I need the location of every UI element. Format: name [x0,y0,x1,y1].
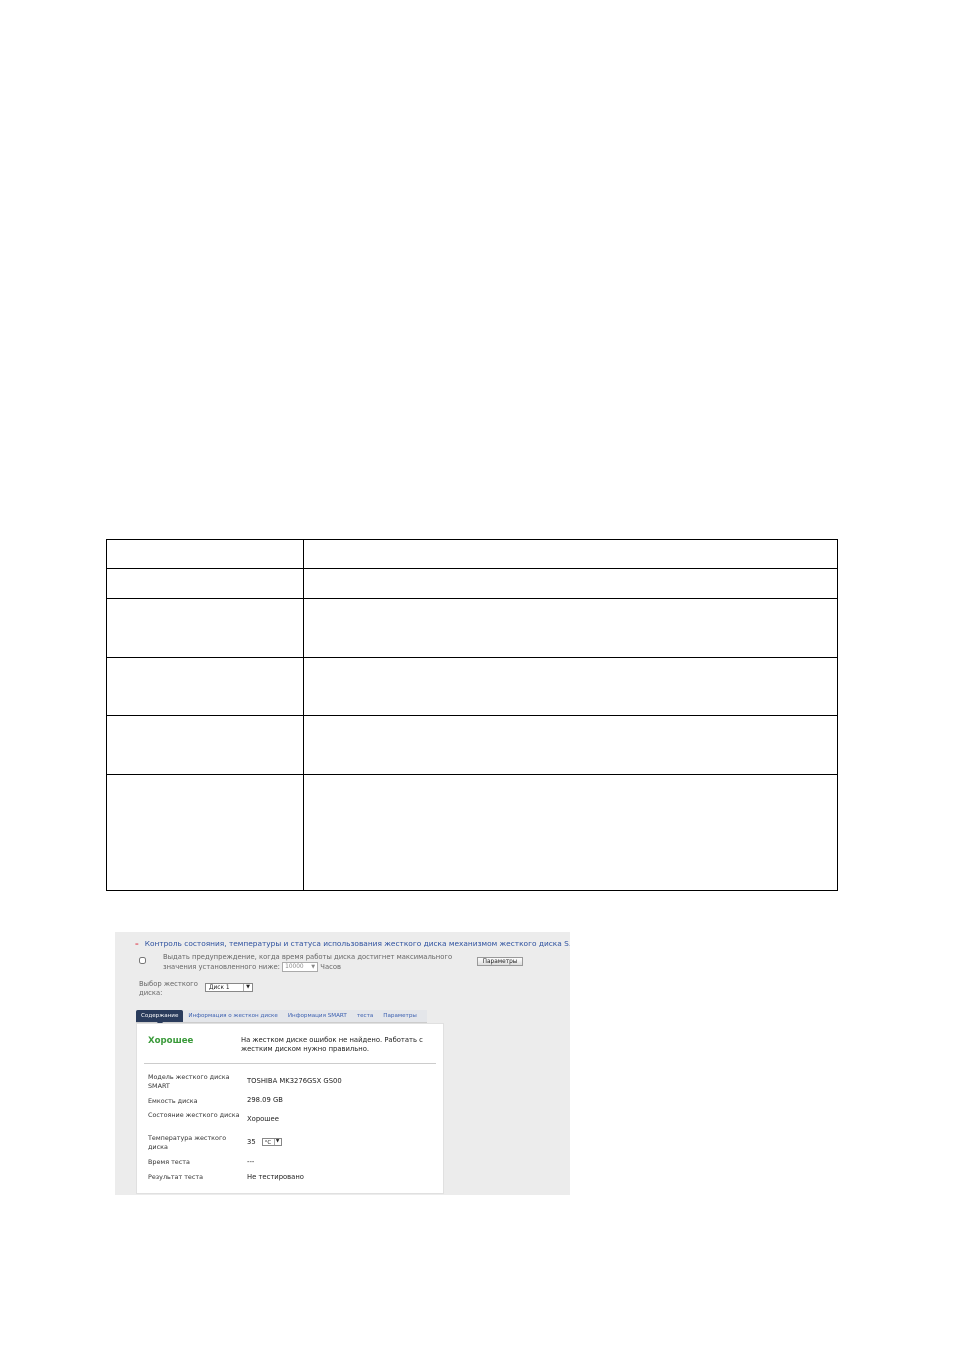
detail-label: Результат теста [148,1173,204,1181]
warning-text: Выдать предупреждение, когда время работ… [163,953,463,972]
status-badge: Хорошее [148,1036,194,1046]
tab-summary[interactable]: Содержание [136,1010,184,1026]
table-cell [303,774,838,891]
table-row [106,657,838,716]
detail-label: Состояние жесткого диска [148,1111,240,1119]
disk-select[interactable]: Диск 1 ▼ [205,983,253,992]
detail-value: 298.09 GB [247,1096,283,1104]
table-row [106,539,838,569]
table-row [106,715,838,775]
parameters-button[interactable]: Параметры [477,957,523,966]
table-cell [106,568,304,599]
table-cell [106,539,304,569]
temperature-value: 35 [247,1138,256,1146]
table-cell [303,568,838,599]
warning-checkbox[interactable] [139,957,146,964]
detail-value: --- [247,1158,255,1166]
divider [144,1063,436,1064]
tab-test[interactable]: теста [352,1010,378,1022]
detail-value: Не тестировано [247,1173,304,1181]
smart-section-header[interactable]: – Контроль состояния, температуры и стату… [135,939,570,948]
chevron-down-icon: ▼ [311,964,316,970]
chevron-down-icon: ▼ [243,984,252,991]
detail-label: Температура жесткого диска [148,1134,227,1151]
hours-value: 10000 [285,964,304,970]
table-cell [303,715,838,775]
table-cell [106,774,304,891]
status-message: На жестком диске ошибок не найдено. Рабо… [241,1036,423,1053]
table-cell [106,715,304,775]
tab-disk-info[interactable]: Информация о жесткон диске [183,1010,282,1022]
table-cell [303,539,838,569]
chevron-down-icon: ▼ [273,1139,281,1145]
smart-settings-panel: – Контроль состояния, температуры и стату… [115,932,570,1195]
disk-select-label: Выбор жесткого диска: [139,980,198,997]
detail-label: Емкость диска [148,1097,198,1105]
table-row [106,568,838,599]
detail-value: TOSHIBA MK3276GSX GS00 [247,1077,342,1085]
tab-parameters[interactable]: Параметры [378,1010,422,1022]
table-row [106,774,838,891]
disk-select-value: Диск 1 [209,985,230,991]
tab-bar: Содержание Информация о жесткон диске Ин… [136,1010,427,1026]
detail-label: Модель жесткого диска SMART [148,1073,230,1090]
table-cell [106,598,304,658]
detail-value: Хорошее [247,1115,279,1123]
table-cell [106,657,304,716]
tab-content: Хорошее На жестком диске ошибок не найде… [136,1023,444,1194]
tab-smart-info[interactable]: Информация SMART [283,1010,352,1022]
table-cell [303,657,838,716]
table-row [106,598,838,658]
table-cell [303,598,838,658]
temperature-unit-select[interactable]: °C ▼ [261,1138,282,1146]
hours-select[interactable]: 10000 ▼ [282,962,319,972]
temperature-unit: °C [264,1140,272,1146]
detail-value: 35 °C ▼ [247,1138,282,1147]
document-table [106,539,838,891]
section-title: Контроль состояния, температуры и статус… [144,939,570,948]
hours-unit: Часов [320,963,342,971]
detail-label: Время теста [148,1158,190,1166]
collapse-icon[interactable]: – [135,939,139,948]
